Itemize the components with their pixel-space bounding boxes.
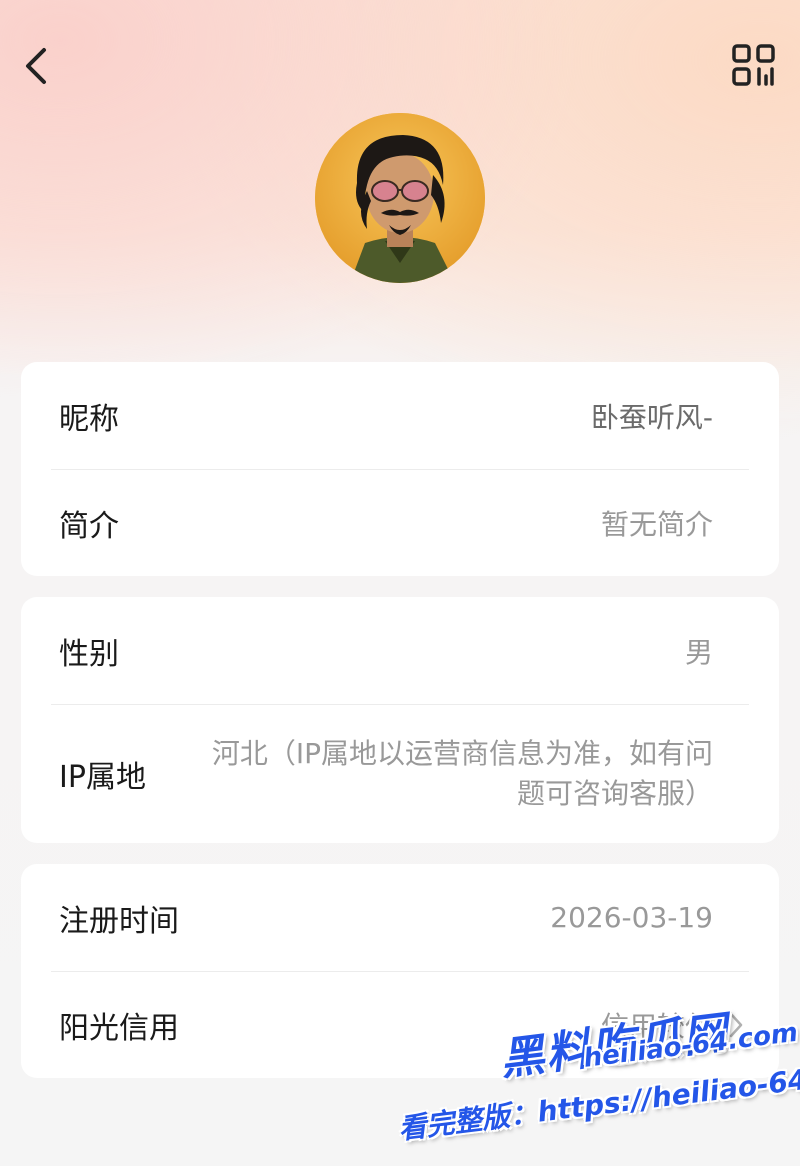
ip-location-label: IP属地: [59, 760, 146, 795]
basic-info-card: 昵称 卧蚕听风- 简介 暂无简介: [21, 362, 779, 576]
nickname-value: 卧蚕听风-: [590, 400, 713, 434]
ip-location-row: IP属地 河北（IP属地以运营商信息为准，如有问题可咨询客服）: [21, 705, 779, 843]
gender-value: 男: [684, 635, 713, 669]
register-time-label: 注册时间: [59, 903, 179, 939]
ip-location-value: 河北（IP属地以运营商信息为准，如有问题可咨询客服）: [211, 737, 713, 810]
nickname-row[interactable]: 昵称 卧蚕听风-: [21, 362, 779, 469]
back-button[interactable]: [14, 36, 68, 96]
sunshine-credit-label: 阳光信用: [59, 1011, 179, 1046]
personal-info-card: 性别 男 IP属地 河北（IP属地以运营商信息为准，如有问题可咨询客服）: [21, 597, 779, 843]
bio-label: 简介: [59, 509, 119, 544]
avatar-illustration: [315, 113, 485, 283]
nickname-label: 昵称: [59, 401, 119, 437]
gender-row[interactable]: 性别 男: [21, 597, 779, 704]
chevron-left-icon: [26, 48, 46, 84]
avatar[interactable]: [315, 113, 485, 283]
qr-code-button[interactable]: [724, 36, 784, 96]
bio-value: 暂无简介: [600, 508, 713, 541]
register-time-row: 注册时间 2026-03-19: [21, 864, 779, 971]
bio-row[interactable]: 简介 暂无简介: [21, 470, 779, 576]
gender-label: 性别: [59, 636, 119, 672]
qr-code-icon: [732, 44, 775, 86]
register-time-value: 2026-03-19: [550, 901, 713, 934]
